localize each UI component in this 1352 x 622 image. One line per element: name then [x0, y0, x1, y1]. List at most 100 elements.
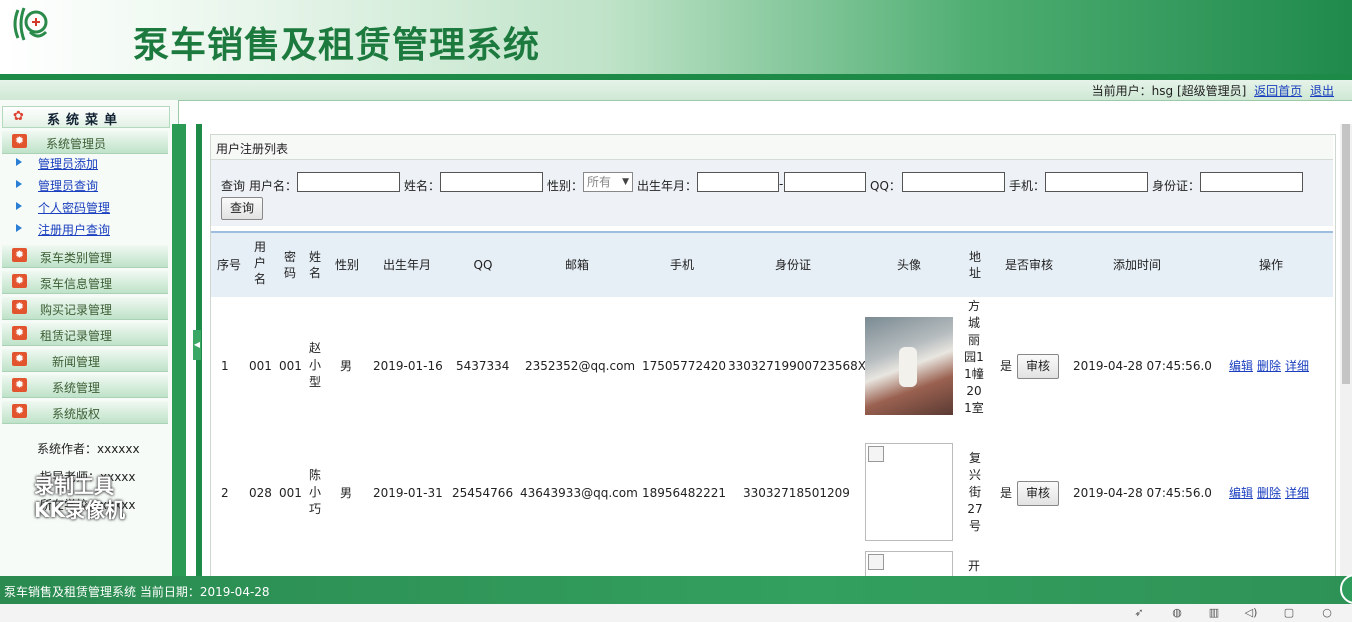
table-header: 序号 用户名 密码 姓名 性别 出生年月 QQ 邮箱 手机 身份证 头像 地址 …: [211, 231, 1333, 297]
sidebar-item-label[interactable]: 管理员添加: [38, 155, 98, 172]
window-icon[interactable]: ▢: [1282, 606, 1296, 620]
search-button[interactable]: 查询: [221, 197, 263, 220]
cell-idcard: 33032718501209: [743, 486, 850, 500]
detail-link[interactable]: 详细: [1285, 486, 1309, 500]
collapse-sidebar-icon[interactable]: ◀: [193, 330, 201, 360]
cell-password: 001: [279, 359, 302, 373]
sidebar-cat-rental[interactable]: ✹ 租赁记录管理: [2, 323, 168, 346]
qq-label: QQ：: [870, 179, 901, 193]
author-text: 系统作者：xxxxxx: [37, 442, 140, 456]
sidebar-cat-label: 系统管理员: [46, 137, 107, 151]
home-link[interactable]: 返回首页: [1254, 84, 1302, 98]
cell-actions: 编辑 删除 详细: [1225, 485, 1309, 502]
arrow-icon: [16, 180, 22, 188]
cell-name: 陈小巧: [308, 468, 321, 516]
idcard-label: 身份证：: [1152, 179, 1201, 193]
col-header: 出生年月: [382, 258, 431, 272]
sidebar-item-label[interactable]: 注册用户查询: [38, 221, 110, 238]
sidebar-cat-label: 租赁记录管理: [40, 329, 113, 343]
search-icon[interactable]: ○: [1320, 606, 1334, 620]
sidebar-cat-label: 购买记录管理: [40, 303, 113, 317]
browser-icon[interactable]: ◍: [1170, 606, 1184, 620]
cell-birth: 2019-01-16: [373, 359, 443, 373]
qq-input[interactable]: [902, 172, 1005, 192]
username-input[interactable]: [297, 172, 400, 192]
cell-address: 复兴街27号: [967, 451, 983, 533]
sidebar-cat-pump-category[interactable]: ✹ 泵车类别管理: [2, 245, 168, 268]
panel-title-bar: 用户注册列表: [211, 135, 1333, 160]
sidebar-cat-system[interactable]: ✹ 系统管理: [2, 375, 168, 398]
phone-label: 手机：: [1009, 179, 1046, 193]
sidebar-cat-pump-info[interactable]: ✹ 泵车信息管理: [2, 271, 168, 294]
app-title: 泵车销售及租赁管理系统: [133, 25, 541, 66]
star-icon: ✹: [12, 326, 27, 340]
rocket-icon[interactable]: ➶: [1132, 606, 1146, 620]
delete-link[interactable]: 删除: [1257, 486, 1281, 500]
taskbar: ➶ ◍ ▥ ◁) ▢ ○: [0, 604, 1352, 622]
cell-phone: 17505772420: [642, 359, 726, 373]
cell-qq: 5437334: [456, 359, 510, 373]
search-bar: 查询 用户名： 姓名： 性别： 所有 ▼ 出生年月： - QQ： 手机： 身份证…: [211, 160, 1333, 226]
col-header: 姓名: [308, 250, 321, 280]
detail-link[interactable]: 详细: [1285, 359, 1309, 373]
scrollbar-thumb[interactable]: [1342, 124, 1350, 384]
sidebar-cat-copyright[interactable]: ✹ 系统版权: [2, 401, 168, 424]
star-icon: ✹: [12, 352, 27, 366]
footer-text: 泵车销售及租赁管理系统 当前日期：2019-04-28: [4, 585, 270, 599]
approve-button[interactable]: 审核: [1017, 481, 1059, 506]
cell-approved: 是: [1000, 486, 1013, 500]
gender-label: 性别：: [547, 179, 584, 193]
cell-username: 001: [249, 359, 272, 373]
col-header: 添加时间: [1112, 258, 1161, 272]
edit-link[interactable]: 编辑: [1229, 359, 1253, 373]
arrow-icon: [16, 158, 22, 166]
name-input[interactable]: [440, 172, 543, 192]
avatar-image-broken: [865, 443, 953, 541]
cell-address: 方城丽园11幢201室: [964, 299, 984, 415]
sidebar-item-label[interactable]: 管理员查询: [38, 177, 98, 194]
menu-leaf-icon: ✿: [13, 109, 24, 124]
logout-link[interactable]: 退出: [1310, 84, 1334, 98]
cell-email: 2352352@qq.com: [525, 359, 636, 373]
app-header: 泵车销售及租赁管理系统: [0, 0, 1352, 74]
phone-input[interactable]: [1045, 172, 1148, 192]
gender-select[interactable]: 所有 ▼: [583, 172, 633, 192]
sidebar-cat-label: 系统版权: [52, 407, 101, 421]
name-label: 姓名：: [404, 179, 441, 193]
edit-link[interactable]: 编辑: [1229, 486, 1253, 500]
col-header: 序号: [216, 258, 241, 272]
sidebar-cat-admin[interactable]: ✹ 系统管理员: [2, 131, 168, 154]
col-header: 头像: [896, 258, 921, 272]
panel-title: 用户注册列表: [216, 142, 289, 156]
sidebar-item-label[interactable]: 个人密码管理: [38, 199, 110, 216]
cell-name: 赵小型: [308, 341, 321, 389]
birth-label: 出生年月：: [637, 179, 698, 193]
star-icon: ✹: [12, 300, 27, 314]
vertical-scrollbar[interactable]: [1340, 124, 1352, 576]
cell-approved: 是: [1000, 359, 1013, 373]
arrow-icon: [16, 224, 22, 232]
cell-username: 028: [249, 486, 272, 500]
cell-no: 2: [221, 486, 229, 500]
trash-icon[interactable]: ▥: [1207, 606, 1221, 620]
star-icon: ✹: [12, 404, 27, 418]
volume-icon[interactable]: ◁): [1244, 606, 1258, 620]
sidebar-cat-label: 新闻管理: [52, 355, 101, 369]
col-header: 用户名: [253, 240, 266, 286]
sidebar-cat-purchase[interactable]: ✹ 购买记录管理: [2, 297, 168, 320]
birth-start-input[interactable]: [697, 172, 779, 192]
col-header: 是否审核: [1004, 258, 1053, 272]
col-header: 手机: [669, 258, 694, 272]
cell-gender: 男: [340, 486, 353, 500]
delete-link[interactable]: 删除: [1257, 359, 1281, 373]
sidebar-cat-news[interactable]: ✹ 新闻管理: [2, 349, 168, 372]
birth-end-input[interactable]: [784, 172, 866, 192]
sidebar-cat-label: 泵车类别管理: [40, 251, 113, 265]
approve-button[interactable]: 审核: [1017, 354, 1059, 379]
footer-bar: 泵车销售及租赁管理系统 当前日期：2019-04-28: [0, 576, 1352, 604]
chevron-down-icon: ▼: [622, 177, 629, 187]
idcard-input[interactable]: [1200, 172, 1303, 192]
arrow-icon: [16, 202, 22, 210]
cell-no: 1: [221, 359, 229, 373]
current-user: 当前用户：hsg [超级管理员]: [1091, 84, 1247, 98]
